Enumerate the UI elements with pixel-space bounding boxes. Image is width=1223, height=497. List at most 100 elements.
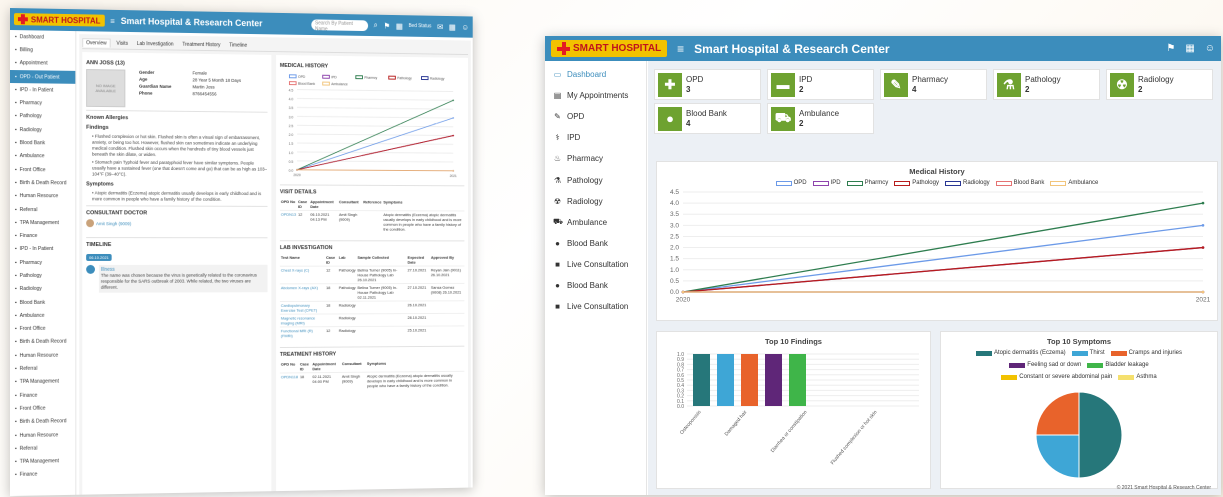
table-cell[interactable]: Magnetic resonance imaging (MRI) xyxy=(280,314,325,327)
stat-card-opd[interactable]: ✚ OPD 3 xyxy=(654,69,761,100)
sidebar-item[interactable]: ▪ Ambulance xyxy=(10,309,75,323)
sidebar-item[interactable]: ▪ Birth & Death Record xyxy=(10,415,75,429)
legend-item[interactable]: Cramps and injuries xyxy=(1111,350,1182,356)
sidebar-item[interactable]: ▪ Human Resource xyxy=(10,349,75,363)
sidebar-item[interactable]: ▪ TPA Management xyxy=(10,216,75,229)
dashboard-window: SMART HOSPITAL ≡ Smart Hospital & Resear… xyxy=(545,36,1221,495)
table-cell[interactable]: Chest X-rays (C) xyxy=(280,266,325,284)
sidebar-item[interactable]: ▪ OPD - Out Patient xyxy=(10,70,75,84)
sidebar-item[interactable]: ▪ Human Resource xyxy=(10,190,75,204)
sidebar-item-icon: ▪ xyxy=(15,366,17,372)
table-cell: 06.10.2021 04:13 PM xyxy=(309,210,338,232)
sidebar-item[interactable]: ▪ Pathology xyxy=(10,269,75,282)
avatar[interactable]: ☺ xyxy=(1205,43,1215,54)
consultant-link[interactable]: Amit Singh (9009) xyxy=(96,221,131,226)
stat-card-pharmacy[interactable]: ✎ Pharmacy 4 xyxy=(880,69,987,100)
sidebar-item[interactable]: ▪ Finance xyxy=(10,388,75,402)
stat-card-blood-bank[interactable]: ● Blood Bank 4 xyxy=(654,103,761,134)
sidebar-item[interactable]: ⛟ Ambulance xyxy=(545,212,646,233)
table-cell[interactable]: Abdomen X-rays (AX) xyxy=(280,284,325,302)
tab-item[interactable]: Overview xyxy=(82,38,110,47)
legend-swatch xyxy=(1087,363,1103,368)
sidebar-item[interactable]: ▪ Front Office xyxy=(10,322,75,336)
sidebar-item-icon: ▪ xyxy=(15,393,17,399)
brand-logo[interactable]: SMART HOSPITAL xyxy=(14,13,104,27)
sidebar-item[interactable]: ▪ TPA Management xyxy=(10,375,75,389)
sidebar-item[interactable]: ▭ Dashboard xyxy=(545,64,646,85)
table-row: OPDN118 18 02.11.2021 04:00 PM Amit Singh (… xyxy=(280,371,464,390)
sidebar-icon: ▤ xyxy=(553,91,562,100)
sidebar-item[interactable]: ▪ Radiology xyxy=(10,123,75,137)
sidebar-item[interactable]: ✎ OPD xyxy=(545,106,646,127)
search-icon[interactable]: ⌕ xyxy=(374,20,378,30)
sidebar-item[interactable]: ■ Live Consultation xyxy=(545,296,646,317)
sidebar-item[interactable]: ⚗ Pathology xyxy=(545,169,646,190)
sidebar-item[interactable]: ▪ Blood Bank xyxy=(10,136,75,150)
sidebar-item[interactable]: ▪ Ambulance xyxy=(10,150,75,164)
calendar-icon[interactable]: ▦ xyxy=(1185,43,1194,54)
visit-table: OPD No Case ID Appointment Date Consultant R… xyxy=(280,198,464,233)
sidebar-item-label: TPA Management xyxy=(20,379,59,385)
tab-item[interactable]: Treatment History xyxy=(179,40,223,49)
legend-item[interactable]: Atopic dermatitis (Eczema) xyxy=(976,350,1066,356)
chat-icon[interactable]: ✉ xyxy=(437,22,443,31)
sidebar-item[interactable]: ▪ Referral xyxy=(10,441,75,455)
sidebar-item[interactable]: ▪ Finance xyxy=(10,229,75,242)
treatment-history-heading: TREATMENT HISTORY xyxy=(280,351,464,358)
sidebar-item[interactable]: ▪ Pathology xyxy=(10,110,75,124)
sidebar-item[interactable]: ● Blood Bank xyxy=(545,275,646,296)
sidebar-item[interactable]: ▪ IPD - In Patient xyxy=(10,243,75,256)
sidebar-item[interactable]: ▪ Radiology xyxy=(10,282,75,295)
x-tick-label: Diarrhea or constipation xyxy=(770,409,809,454)
sidebar-item[interactable]: ▪ Front Office xyxy=(10,163,75,177)
sidebar-item[interactable]: ▪ Human Resource xyxy=(10,428,75,442)
sidebar-item[interactable]: ▪ Blood Bank xyxy=(10,296,75,310)
table-cell[interactable]: OPDN13 xyxy=(280,210,297,232)
sidebar-item[interactable]: ▪ Pharmacy xyxy=(10,256,75,269)
table-cell[interactable]: Functional MRI (R) (FMRI) xyxy=(280,327,325,340)
sidebar-item[interactable]: ● Blood Bank xyxy=(545,233,646,254)
tab-item[interactable]: Timeline xyxy=(226,41,250,49)
left-sidebar: ▪ Dashboard ▪ Billing ▪ Appointment ▪ OPD - Out… xyxy=(10,30,76,496)
sidebar-item[interactable]: ▪ Billing xyxy=(10,43,75,57)
sidebar-item[interactable]: ▪ IPD - In Patient xyxy=(10,83,75,97)
stat-card-ambulance[interactable]: ⛟ Ambulance 2 xyxy=(767,103,874,134)
stat-card-pathology[interactable]: ⚗ Pathology 2 xyxy=(993,69,1100,100)
calendar-icon[interactable]: ▦ xyxy=(396,21,403,30)
sidebar-item[interactable]: ▤ My Appointments xyxy=(545,85,646,106)
legend-item[interactable]: Thirst xyxy=(1072,350,1105,356)
sidebar-item[interactable]: ▪ Referral xyxy=(10,203,75,216)
table-cell[interactable]: Cardiopulmonary Exercise Test (CPET) xyxy=(280,301,325,314)
legend-item[interactable]: Bladder leakage xyxy=(1087,362,1148,368)
sidebar-item[interactable]: ▪ Referral xyxy=(10,362,75,376)
sidebar-item[interactable]: ▪ Front Office xyxy=(10,402,75,416)
menu-icon[interactable]: ≡ xyxy=(677,42,684,56)
sidebar-item[interactable]: ▪ Finance xyxy=(10,468,75,482)
menu-icon[interactable]: ≡ xyxy=(110,16,115,25)
sidebar-item[interactable]: ♨ Pharmacy xyxy=(545,148,646,169)
tab-item[interactable]: Visits xyxy=(113,39,130,47)
stat-card-radiology[interactable]: ☢ Radiology 2 xyxy=(1106,69,1213,100)
avatar[interactable]: ☺ xyxy=(461,23,469,32)
logo-text: SMART HOSPITAL xyxy=(31,15,101,25)
brand-logo[interactable]: SMART HOSPITAL xyxy=(551,40,667,57)
sidebar-item[interactable]: ■ Live Consultation xyxy=(545,254,646,275)
legend-item[interactable]: Feeling sad or down xyxy=(1009,362,1081,368)
table-cell[interactable]: OPDN118 xyxy=(280,373,299,390)
sidebar-item[interactable]: ▪ Pharmacy xyxy=(10,96,75,110)
flag-icon[interactable]: ⚑ xyxy=(383,21,390,30)
sidebar-item[interactable]: ☢ Radiology xyxy=(545,191,646,212)
sidebar-item[interactable]: ⚕ IPD xyxy=(545,127,646,148)
search-input[interactable]: Search By Patient Name xyxy=(311,19,368,31)
tab-item[interactable]: Lab Investigation xyxy=(134,39,177,48)
sidebar-item[interactable]: ▪ TPA Management xyxy=(10,455,75,469)
grid-icon[interactable]: ▦ xyxy=(449,22,456,31)
sidebar-item[interactable]: ▪ Appointment xyxy=(10,57,75,71)
bed-status-link[interactable]: Bed Status xyxy=(409,23,432,29)
sidebar-item[interactable]: ▪ Birth & Death Record xyxy=(10,335,75,349)
sidebar-item-label: Appointment xyxy=(20,60,48,66)
sidebar-item[interactable]: ▪ Birth & Death Record xyxy=(10,176,75,190)
flag-icon[interactable]: ⚑ xyxy=(1166,43,1175,54)
sidebar-item[interactable]: ▪ Dashboard xyxy=(10,30,75,44)
stat-card-ipd[interactable]: ▬ IPD 2 xyxy=(767,69,874,100)
